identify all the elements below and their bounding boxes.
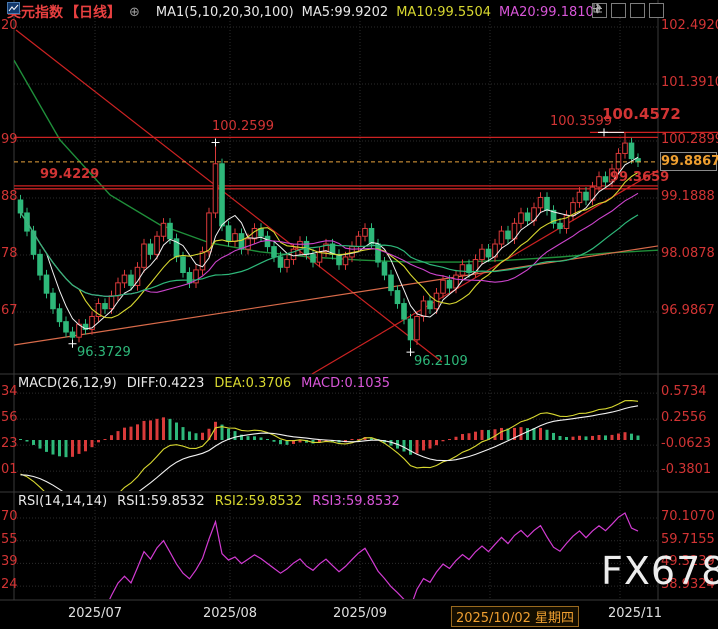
level-label-99-4229: 99.4229	[40, 167, 100, 182]
macd-axis-label-clipped: 01	[1, 462, 18, 478]
time-axis-label: 2025/11	[607, 606, 663, 621]
ma5-value: MA5:99.9202	[301, 4, 389, 20]
rsi-header: RSI(14,14,14) RSI1:59.8532 RSI2:59.8532 …	[18, 494, 400, 509]
time-axis-label: 2025/08	[202, 606, 258, 621]
macd-diff-value: DIFF:0.4223	[126, 376, 205, 391]
macd-header: MACD(26,12,9) DIFF:0.4223 DEA:0.3706 MAC…	[18, 376, 390, 391]
price-axis-label: 102.4920	[661, 17, 718, 33]
macd-axis-label: 0.5734	[661, 384, 707, 400]
macd-axis-label-clipped: 56	[1, 410, 18, 426]
rsi-axis-label-clipped: 70	[1, 509, 18, 524]
price-axis-label: 100.2899	[661, 132, 718, 147]
chart-window: { "header": { "symbol": "美元指数", "period"…	[0, 0, 718, 629]
price-axis-label: 98.0878	[661, 246, 715, 261]
price-axis-label-clipped: 99	[1, 132, 18, 147]
current-price-badge: 99.8867	[660, 152, 718, 171]
rsi-axis-label-clipped: 24	[1, 577, 18, 593]
rsi1-value: RSI1:59.8532	[117, 494, 205, 509]
ma-settings-label[interactable]: MA1(5,10,20,30,100)	[156, 5, 294, 20]
ma20-value: MA20:99.1810	[499, 4, 594, 20]
swing-low-label-sep: 96.2109	[414, 354, 468, 369]
macd-title[interactable]: MACD(26,12,9)	[18, 376, 117, 391]
macd-axis-label: 0.2556	[661, 410, 707, 426]
rsi2-value: RSI2:59.8532	[214, 494, 303, 509]
rsi-axis-label: 59.7155	[661, 531, 715, 547]
price-axis-label: 99.1888	[661, 189, 715, 204]
toolbar-icons	[592, 3, 664, 18]
level-label-99-3659: 99.3659	[610, 170, 670, 185]
rsi-axis-label: 70.1070	[661, 509, 715, 524]
price-axis-label-clipped: 67	[1, 303, 18, 318]
macd-dea-value: DEA:0.3706	[214, 376, 292, 391]
macd-axis-label: -0.3801	[661, 462, 712, 478]
price-axis-label-clipped: 78	[1, 246, 18, 261]
swing-high-label-nov: 100.4572	[602, 105, 681, 123]
y-axis-scale-icon[interactable]	[593, 3, 626, 18]
settings-icon[interactable]: ⊕	[129, 5, 140, 20]
swing-low-label-jul: 96.3729	[77, 345, 131, 360]
watermark: FX678	[601, 549, 718, 593]
price-axis-label: 101.3910	[661, 74, 718, 90]
macd-macd-value: MACD:0.1035	[301, 376, 391, 391]
price-axis-label: 96.9867	[661, 303, 715, 318]
macd-axis-label-clipped: 34	[1, 384, 18, 400]
shift-chart-icon[interactable]	[593, 3, 664, 18]
chart-header: 美元指数 【日线】 ⊕ MA1(5,10,20,30,100) MA5:99.9…	[7, 2, 594, 22]
chart-canvas[interactable]	[0, 0, 718, 629]
time-axis-label: 2025/09	[332, 606, 388, 621]
period-label[interactable]: 【日线】	[65, 2, 121, 22]
macd-axis-label-clipped: 23	[1, 436, 18, 452]
rsi-title[interactable]: RSI(14,14,14)	[18, 494, 107, 509]
macd-axis-label: -0.0623	[661, 436, 712, 452]
rsi3-value: RSI3:59.8532	[312, 494, 400, 509]
time-axis-label: 2025/07	[67, 606, 123, 621]
ma10-value: MA10:99.5504	[396, 4, 491, 20]
time-axis-highlighted-date: 2025/10/02 星期四	[450, 606, 580, 627]
swing-high-label-jul: 100.2599	[212, 119, 275, 134]
rsi-axis-label-clipped: 39	[1, 554, 18, 570]
price-axis-label-clipped: 88	[1, 189, 18, 204]
rsi-axis-label-clipped: 55	[1, 531, 18, 547]
x-axis-scale-icon[interactable]	[593, 3, 645, 18]
